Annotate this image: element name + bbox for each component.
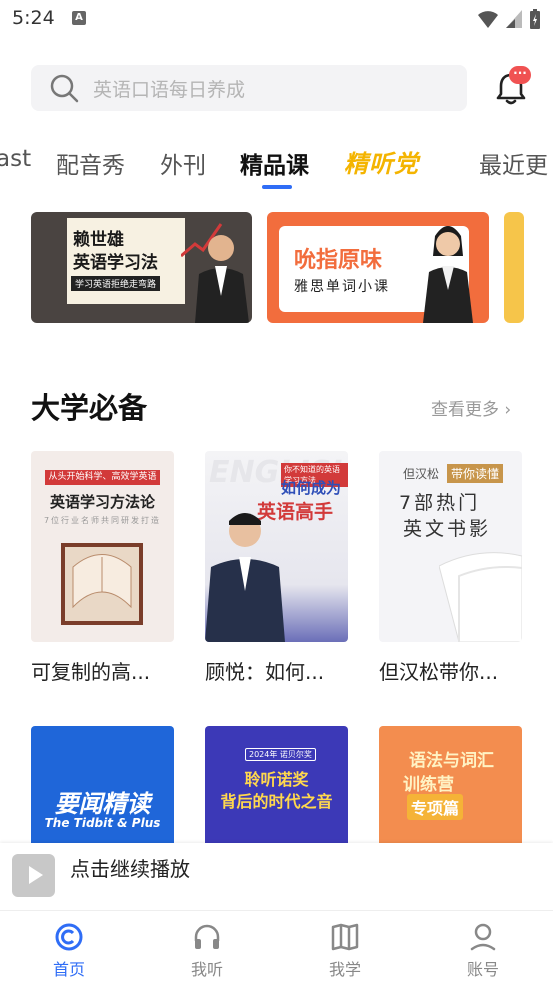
tab-magazine[interactable]: 外刊	[160, 146, 206, 180]
notification-app-icon: A	[72, 11, 86, 25]
book-icon	[331, 923, 359, 951]
banner-subtitle: 雅思单词小课	[294, 279, 390, 295]
cover-line3: 专项篇	[407, 794, 464, 820]
user-icon	[470, 923, 496, 951]
nav-label: 首页	[52, 960, 85, 979]
course-card-methodology[interactable]: 从头开始科学、高效学英语 英语学习方法论 7位行业名师共同研发打造	[31, 451, 174, 642]
search-icon	[50, 74, 79, 103]
cover-line1: 7部热门	[399, 492, 481, 514]
cell-signal-icon	[506, 10, 522, 28]
tab-dubbing[interactable]: 配音秀	[56, 146, 125, 180]
nav-label: 账号	[466, 960, 499, 979]
cover-subtitle: 7位行业名师共同研发打造	[43, 516, 162, 525]
play-icon	[29, 866, 43, 884]
tab-recent-updates[interactable]: 最近更	[479, 146, 548, 180]
banner-tagline: 学习英语拒绝走弯路	[71, 276, 161, 291]
see-more-link[interactable]: 查看更多 ›	[431, 395, 511, 420]
banner-title-line2: 英语学习法	[73, 253, 158, 273]
status-bar: 5:24 A	[0, 0, 553, 40]
nav-account[interactable]: 账号	[414, 911, 552, 984]
cover-author: 但汉松	[403, 467, 440, 481]
notification-badge: ···	[509, 66, 531, 84]
category-tabs: ast 配音秀 外刊 精品课 精听党 最近更	[0, 140, 553, 190]
search-placeholder: 英语口语每日养成	[93, 78, 246, 101]
cover-line2: 训练营	[403, 775, 454, 795]
cover-line2: 英文书影	[403, 518, 492, 540]
banner-next-peek[interactable]	[504, 212, 524, 323]
cover-badge: 带你读懂	[447, 464, 504, 483]
course-card-gu-yue[interactable]: ENGLISH 你不知道的英语学习方法 如何成为 英语高手	[205, 451, 348, 642]
nav-listen[interactable]: 我听	[138, 911, 276, 984]
nav-learn[interactable]: 我学	[276, 911, 414, 984]
banner-lai-shixiong[interactable]: 赖世雄 英语学习法 学习英语拒绝走弯路	[31, 212, 252, 323]
section-title: 大学必备	[31, 391, 148, 425]
cover-line2: 背后的时代之音	[220, 792, 333, 811]
wifi-icon	[478, 11, 498, 28]
cover-subtitle: The Tidbit & Plus	[44, 816, 161, 830]
teacher-photo	[205, 513, 285, 642]
tab-intensive-listening[interactable]: 精听党	[344, 144, 419, 179]
course-title[interactable]: 顾悦：如何...	[205, 656, 348, 685]
nav-label: 我学	[328, 960, 361, 979]
teacher-photo	[181, 223, 249, 323]
battery-icon	[530, 9, 540, 29]
cover-line1: 语法与词汇	[409, 751, 494, 771]
app-screen: 5:24 A 英语口语每日养成 ··· ast 配音秀 外刊 精品课 精听党 最…	[0, 0, 553, 984]
cover-line1: 聆听诺奖	[244, 770, 309, 789]
bottom-navigation: 首页 我听 我学 账号	[0, 910, 553, 984]
cover-title: 英语学习方法论	[49, 493, 155, 511]
teacher-photo	[423, 226, 473, 323]
active-tab-indicator	[262, 185, 292, 189]
cover-book-image	[439, 552, 522, 642]
home-icon	[55, 923, 83, 951]
status-icons	[477, 8, 541, 30]
headphones-icon	[194, 924, 220, 949]
tab-premium-courses[interactable]: 精品课	[240, 146, 309, 180]
cover-book-image	[61, 543, 143, 625]
banner-ielts-vocab[interactable]: 吮指原味 雅思单词小课	[267, 212, 489, 323]
play-button[interactable]	[12, 854, 55, 897]
course-card-dan-hansong[interactable]: 但汉松 带你读懂 7部热门 英文书影	[379, 451, 522, 642]
cover-top-banner: 从头开始科学、高效学英语	[45, 470, 160, 485]
search-bar[interactable]: 英语口语每日养成	[31, 65, 467, 111]
nav-home[interactable]: 首页	[0, 911, 138, 984]
tab-podcast[interactable]: ast	[0, 146, 31, 172]
mini-player[interactable]: 点击继续播放	[0, 843, 553, 910]
cover-title: 要闻精读	[54, 790, 151, 818]
status-time: 5:24	[12, 7, 55, 29]
course-title[interactable]: 但汉松带你...	[379, 656, 522, 685]
course-title[interactable]: 可复制的高...	[31, 656, 174, 685]
nav-label: 我听	[190, 960, 223, 979]
cover-tag: 2024年 诺贝尔奖	[245, 748, 316, 761]
continue-playing-label: 点击继续播放	[70, 857, 190, 881]
banner-title: 吮指原味	[294, 248, 383, 273]
banner-title-line1: 赖世雄	[73, 230, 124, 250]
